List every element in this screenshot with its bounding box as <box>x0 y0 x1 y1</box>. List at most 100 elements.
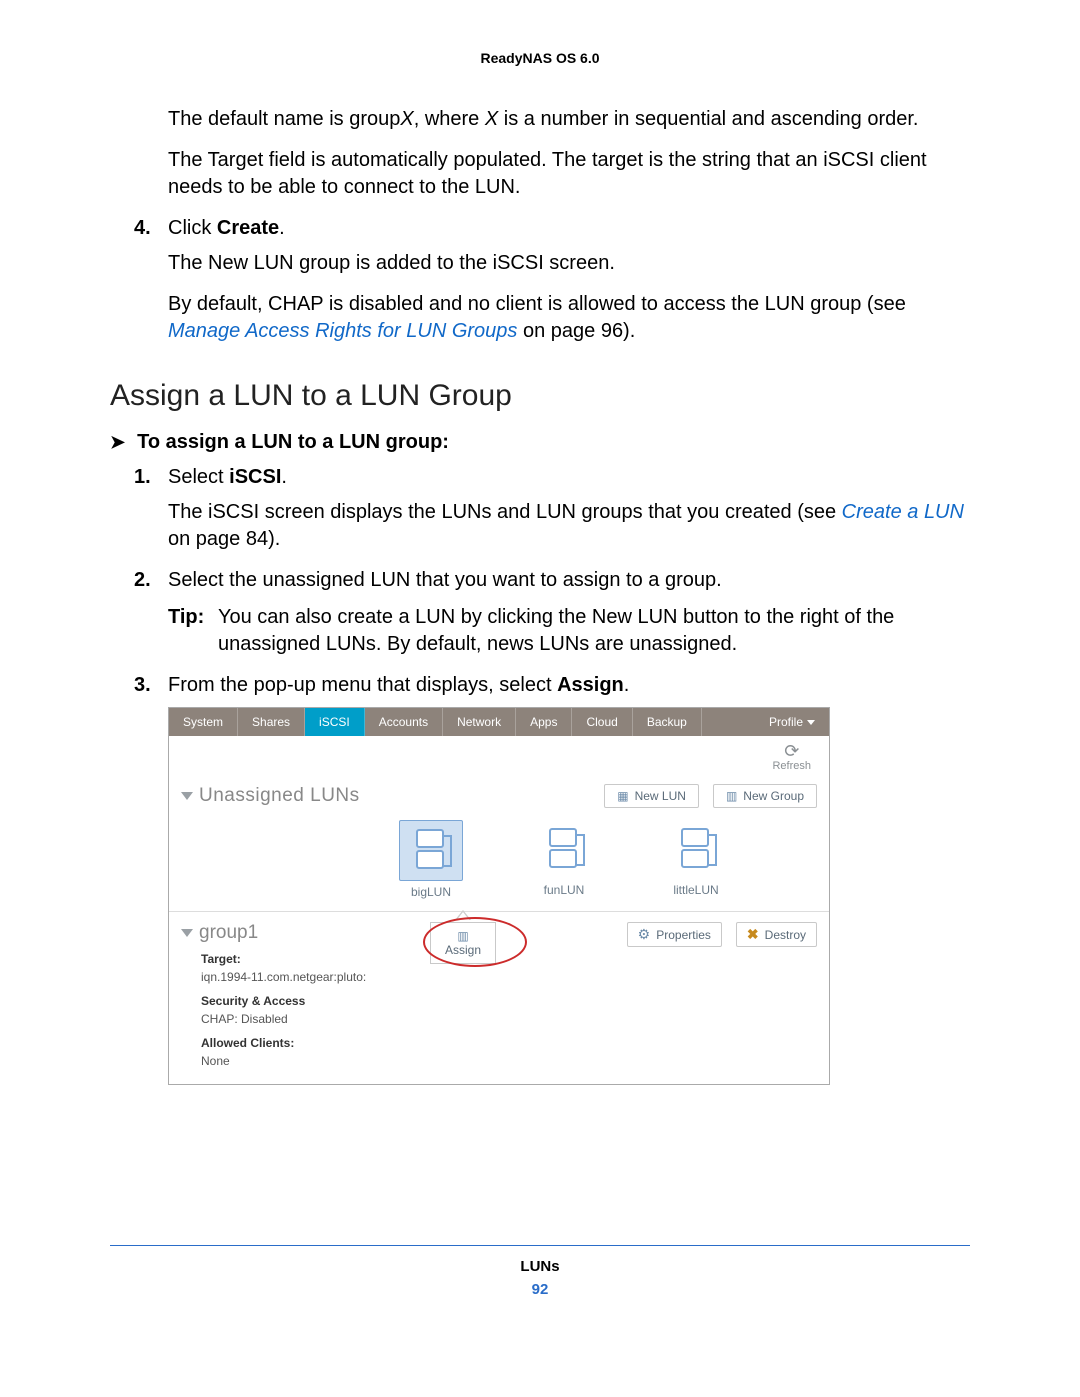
lun-row: bigLUN funLUN littleLUN <box>169 814 829 909</box>
refresh-button[interactable]: ⟳ Refresh <box>772 742 811 772</box>
step-3: 3. From the pop-up menu that displays, s… <box>110 672 970 699</box>
intro-x2: X <box>485 108 498 130</box>
footer-section: LUNs <box>110 1258 970 1275</box>
task-intro: ➤ To assign a LUN to a LUN group: <box>110 431 970 454</box>
step-2: 2. Select the unassigned LUN that you wa… <box>110 567 970 594</box>
step-1-after-b: on page 84). <box>168 528 280 550</box>
tab-iscsi[interactable]: iSCSI <box>305 708 365 736</box>
disk-icon <box>549 828 579 868</box>
link-manage-access[interactable]: Manage Access Rights for LUN Groups <box>168 320 517 342</box>
step-1-num: 1. <box>134 464 168 491</box>
step-3-post: . <box>624 674 630 696</box>
collapse-icon <box>181 929 193 937</box>
step-4: 4. Click Create. <box>110 215 970 242</box>
refresh-icon: ⟳ <box>772 742 811 760</box>
group-name: group1 <box>199 922 258 944</box>
clients-value: None <box>201 1052 391 1070</box>
new-group-label: New Group <box>743 789 804 803</box>
tab-accounts[interactable]: Accounts <box>365 708 443 736</box>
step-2-num: 2. <box>134 567 168 594</box>
chevron-down-icon <box>807 720 815 725</box>
toolbar: ⟳ Refresh <box>169 736 829 778</box>
tab-backup[interactable]: Backup <box>633 708 702 736</box>
intro-p1a: The default name is group <box>168 108 400 130</box>
tab-network[interactable]: Network <box>443 708 516 736</box>
page-footer: LUNs 92 <box>110 1258 970 1298</box>
intro-p1b: , where <box>414 108 485 130</box>
tip-label: Tip: <box>168 604 212 658</box>
new-group-button[interactable]: ▥ New Group <box>713 784 817 808</box>
clients-label: Allowed Clients: <box>201 1034 391 1052</box>
intro-p1c: is a number in sequential and ascending … <box>498 108 918 130</box>
step-1: 1. Select iSCSI. <box>110 464 970 491</box>
step-3-pre: From the pop-up menu that displays, sele… <box>168 674 557 696</box>
tab-cloud[interactable]: Cloud <box>572 708 632 736</box>
tab-profile-label: Profile <box>769 715 803 729</box>
doc-header: ReadyNAS OS 6.0 <box>110 50 970 66</box>
step-1-post: . <box>281 466 287 488</box>
unassigned-header: Unassigned LUNs ▦ New LUN ▥ New Group <box>169 778 829 814</box>
new-lun-label: New LUN <box>635 789 686 803</box>
tab-profile[interactable]: Profile <box>755 708 829 736</box>
highlight-ellipse <box>423 917 527 967</box>
task-arrow-icon: ➤ <box>110 432 125 453</box>
collapse-icon[interactable] <box>181 792 193 800</box>
security-label: Security & Access <box>201 992 391 1010</box>
lun-item-biglun[interactable]: bigLUN <box>399 820 463 899</box>
step-1-pre: Select <box>168 466 229 488</box>
step-2-text: Select the unassigned LUN that you want … <box>168 567 970 594</box>
tip-block: Tip: You can also create a LUN by clicki… <box>168 604 970 658</box>
lun-label-big: bigLUN <box>399 885 463 899</box>
properties-button[interactable]: ⚙ Properties <box>627 922 722 947</box>
gear-icon: ⚙ <box>638 926 651 943</box>
step-1-after: The iSCSI screen displays the LUNs and L… <box>168 499 970 553</box>
tip-body: You can also create a LUN by clicking th… <box>218 604 970 658</box>
step-1-bold: iSCSI <box>229 466 281 488</box>
group-info: Target: iqn.1994-11.com.netgear:pluto: S… <box>181 950 391 1070</box>
disk-icon <box>416 829 446 869</box>
destroy-icon: ✖ <box>747 926 759 943</box>
lun-icon: ▦ <box>617 789 628 803</box>
new-lun-button[interactable]: ▦ New LUN <box>604 784 699 808</box>
intro-x1: X <box>400 108 413 130</box>
step-4-num: 4. <box>134 215 168 242</box>
footer-page: 92 <box>110 1281 970 1298</box>
tab-apps[interactable]: Apps <box>516 708 572 736</box>
lun-label-fun: funLUN <box>533 883 595 897</box>
group-header[interactable]: group1 <box>181 922 391 944</box>
security-value: CHAP: Disabled <box>201 1010 391 1028</box>
step-4-after2b: on page 96). <box>517 320 635 342</box>
destroy-button[interactable]: ✖ Destroy <box>736 922 817 947</box>
tab-shares[interactable]: Shares <box>238 708 305 736</box>
assign-button[interactable]: ▥ Assign <box>430 922 496 964</box>
intro-p1: The default name is groupX, where X is a… <box>168 106 970 133</box>
tabbar: System Shares iSCSI Accounts Network App… <box>169 708 829 736</box>
intro-p2: The Target field is automatically popula… <box>168 147 970 201</box>
target-value: iqn.1994-11.com.netgear:pluto: <box>201 968 391 986</box>
unassigned-title: Unassigned LUNs <box>199 785 360 807</box>
step-4-bold: Create <box>217 217 279 239</box>
step-4-post: . <box>279 217 285 239</box>
group-icon: ▥ <box>726 789 737 803</box>
screenshot-figure: System Shares iSCSI Accounts Network App… <box>168 707 830 1085</box>
disk-icon <box>681 828 711 868</box>
target-label: Target: <box>201 950 391 968</box>
link-create-lun[interactable]: Create a LUN <box>842 501 964 523</box>
tab-system[interactable]: System <box>169 708 238 736</box>
lun-item-funlun[interactable]: funLUN <box>533 820 595 899</box>
step-4-pre: Click <box>168 217 217 239</box>
step-1-after-a: The iSCSI screen displays the LUNs and L… <box>168 501 842 523</box>
destroy-label: Destroy <box>765 928 806 942</box>
step-4-after1: The New LUN group is added to the iSCSI … <box>168 250 970 277</box>
step-4-after2a: By default, CHAP is disabled and no clie… <box>168 293 906 315</box>
lun-item-littlelun[interactable]: littleLUN <box>665 820 727 899</box>
refresh-label: Refresh <box>772 760 811 772</box>
step-3-num: 3. <box>134 672 168 699</box>
properties-label: Properties <box>656 928 711 942</box>
assign-icon: ▥ <box>457 929 468 943</box>
task-intro-text: To assign a LUN to a LUN group: <box>137 431 449 454</box>
lun-label-little: littleLUN <box>665 883 727 897</box>
step-4-after2: By default, CHAP is disabled and no clie… <box>168 291 970 345</box>
assign-label: Assign <box>445 943 481 957</box>
section-heading: Assign a LUN to a LUN Group <box>110 379 970 413</box>
